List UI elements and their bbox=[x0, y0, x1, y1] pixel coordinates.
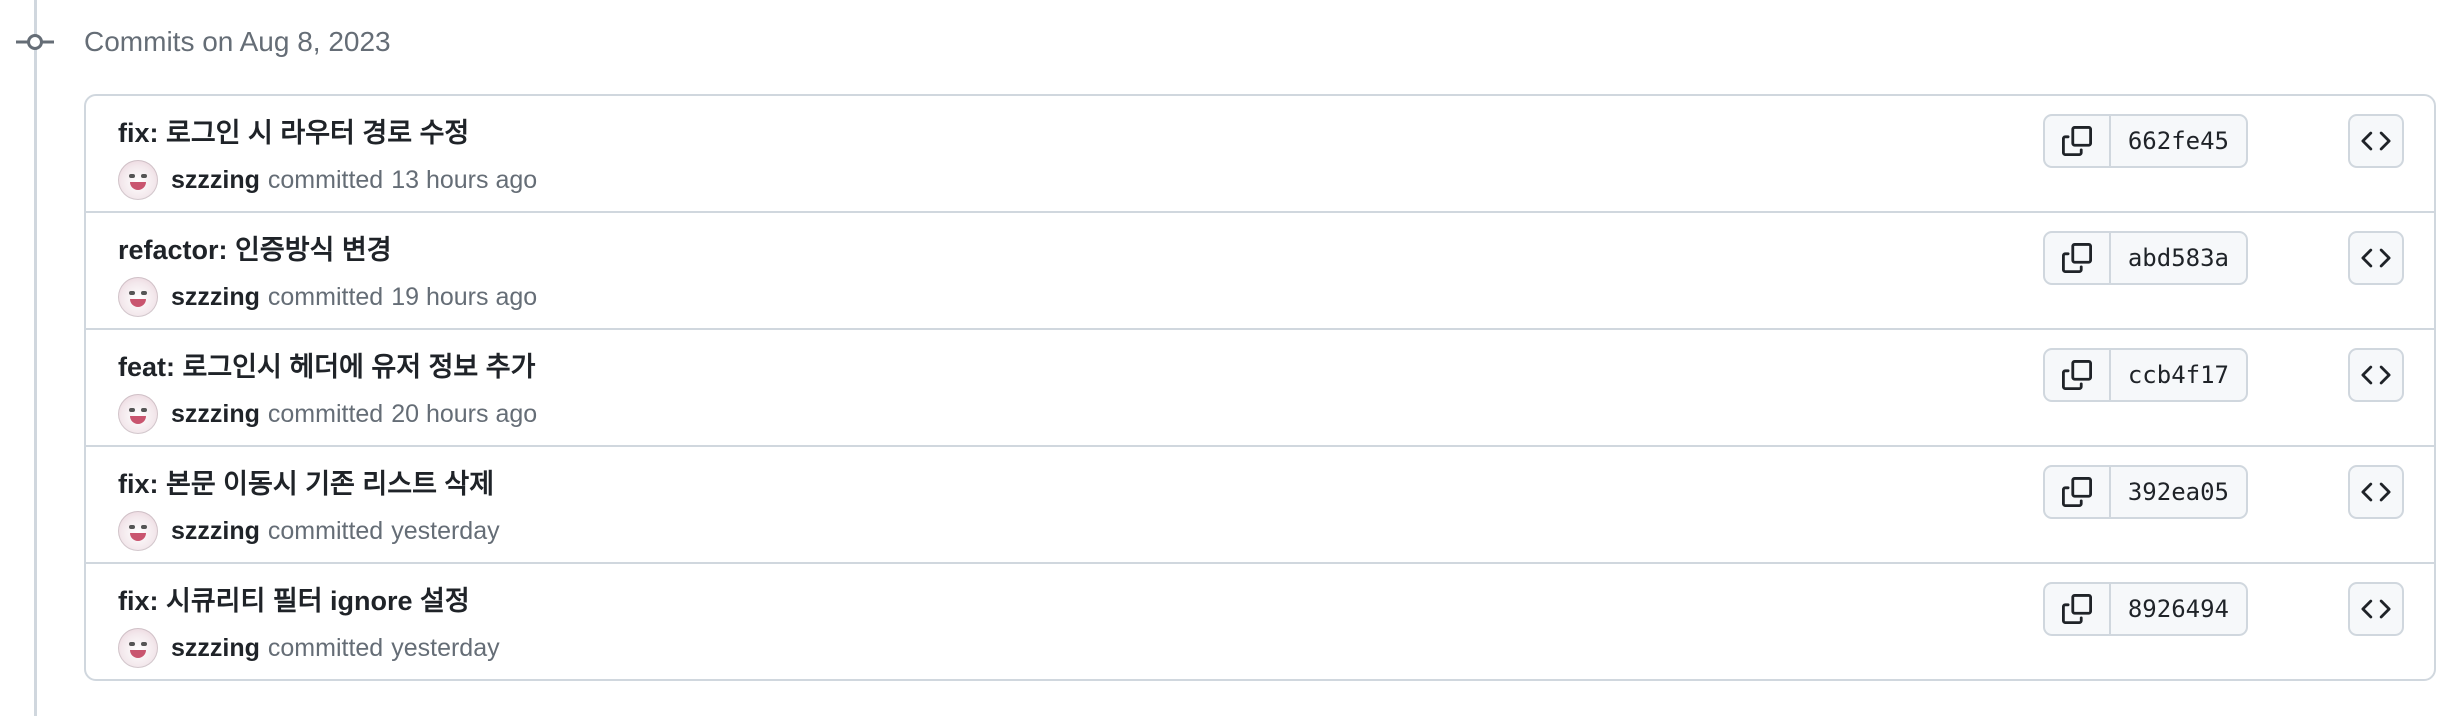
commit-meta: szzzing committed yesterday bbox=[118, 511, 500, 551]
commit-author-link[interactable]: szzzing bbox=[171, 634, 260, 663]
commit-sha-link[interactable]: 8926494 bbox=[2111, 584, 2246, 634]
commit-sha-link[interactable]: ccb4f17 bbox=[2111, 350, 2246, 400]
sha-button-group: abd583a bbox=[2042, 231, 2248, 285]
commit-sha-link[interactable]: 662fe45 bbox=[2111, 116, 2246, 166]
commit-time: yesterday bbox=[391, 516, 500, 545]
commit-author-link[interactable]: szzzing bbox=[171, 400, 260, 429]
commit-group-heading: Commits on Aug 8, 2023 bbox=[84, 26, 391, 57]
commit-row: fix: 로그인 시 라우터 경로 수정 szzzing committed 1… bbox=[86, 96, 2434, 213]
committed-label: committed bbox=[267, 165, 384, 194]
commit-title-link[interactable]: feat: 로그인시 헤더에 유저 정보 추가 bbox=[118, 348, 535, 386]
avatar[interactable] bbox=[118, 511, 158, 551]
commit-time: 19 hours ago bbox=[391, 282, 538, 311]
sha-button-group: ccb4f17 bbox=[2042, 348, 2248, 402]
copy-sha-button[interactable] bbox=[2045, 350, 2111, 400]
commit-title-link[interactable]: fix: 본문 이동시 기존 리스트 삭제 bbox=[118, 465, 494, 503]
avatar[interactable] bbox=[118, 628, 158, 668]
commit-time: 13 hours ago bbox=[391, 165, 538, 194]
commit-sha-link[interactable]: abd583a bbox=[2111, 233, 2246, 283]
timeline-line bbox=[34, 0, 37, 716]
commit-row: fix: 본문 이동시 기존 리스트 삭제 szzzing committed … bbox=[86, 447, 2434, 564]
code-icon bbox=[2361, 365, 2391, 385]
commit-meta: szzzing committed 19 hours ago bbox=[118, 277, 537, 317]
git-commit-icon bbox=[16, 31, 54, 53]
commit-time: 20 hours ago bbox=[391, 399, 538, 428]
copy-icon bbox=[2061, 243, 2092, 273]
browse-repository-button[interactable] bbox=[2348, 231, 2404, 285]
commit-title-link[interactable]: fix: 시큐리티 필터 ignore 설정 bbox=[118, 582, 470, 620]
code-icon bbox=[2361, 131, 2391, 151]
commit-meta: szzzing committed 13 hours ago bbox=[118, 160, 537, 200]
sha-button-group: 392ea05 bbox=[2042, 465, 2248, 519]
committed-label: committed bbox=[267, 399, 384, 428]
commit-author-link[interactable]: szzzing bbox=[171, 166, 260, 195]
copy-icon bbox=[2061, 477, 2092, 507]
sha-button-group: 662fe45 bbox=[2042, 114, 2248, 168]
browse-repository-button[interactable] bbox=[2348, 348, 2404, 402]
browse-repository-button[interactable] bbox=[2348, 465, 2404, 519]
avatar[interactable] bbox=[118, 277, 158, 317]
commit-row: fix: 시큐리티 필터 ignore 설정 szzzing committed… bbox=[86, 564, 2434, 679]
commit-list: fix: 로그인 시 라우터 경로 수정 szzzing committed 1… bbox=[84, 94, 2436, 681]
copy-sha-button[interactable] bbox=[2045, 467, 2111, 517]
commit-sha-link[interactable]: 392ea05 bbox=[2111, 467, 2246, 517]
commit-history-page: Commits on Aug 8, 2023 fix: 로그인 시 라우터 경로… bbox=[0, 0, 2464, 716]
commit-title-link[interactable]: refactor: 인증방식 변경 bbox=[118, 231, 392, 269]
copy-sha-button[interactable] bbox=[2045, 584, 2111, 634]
commit-author-link[interactable]: szzzing bbox=[171, 283, 260, 312]
sha-button-group: 8926494 bbox=[2042, 582, 2248, 636]
code-icon bbox=[2361, 248, 2391, 268]
browse-repository-button[interactable] bbox=[2348, 582, 2404, 636]
commit-author-link[interactable]: szzzing bbox=[171, 517, 260, 546]
committed-label: committed bbox=[267, 633, 384, 662]
code-icon bbox=[2361, 482, 2391, 502]
copy-sha-button[interactable] bbox=[2045, 116, 2111, 166]
commit-meta: szzzing committed 20 hours ago bbox=[118, 394, 537, 434]
committed-label: committed bbox=[267, 282, 384, 311]
avatar[interactable] bbox=[118, 394, 158, 434]
code-icon bbox=[2361, 599, 2391, 619]
copy-icon bbox=[2061, 126, 2092, 156]
commit-row: feat: 로그인시 헤더에 유저 정보 추가 szzzing committe… bbox=[86, 330, 2434, 447]
commit-title-link[interactable]: fix: 로그인 시 라우터 경로 수정 bbox=[118, 114, 469, 152]
commit-time: yesterday bbox=[391, 633, 500, 662]
commit-row: refactor: 인증방식 변경 szzzing committed 19 h… bbox=[86, 213, 2434, 330]
browse-repository-button[interactable] bbox=[2348, 114, 2404, 168]
copy-sha-button[interactable] bbox=[2045, 233, 2111, 283]
commit-meta: szzzing committed yesterday bbox=[118, 628, 500, 668]
avatar[interactable] bbox=[118, 160, 158, 200]
copy-icon bbox=[2061, 594, 2092, 624]
committed-label: committed bbox=[267, 516, 384, 545]
copy-icon bbox=[2061, 360, 2092, 390]
